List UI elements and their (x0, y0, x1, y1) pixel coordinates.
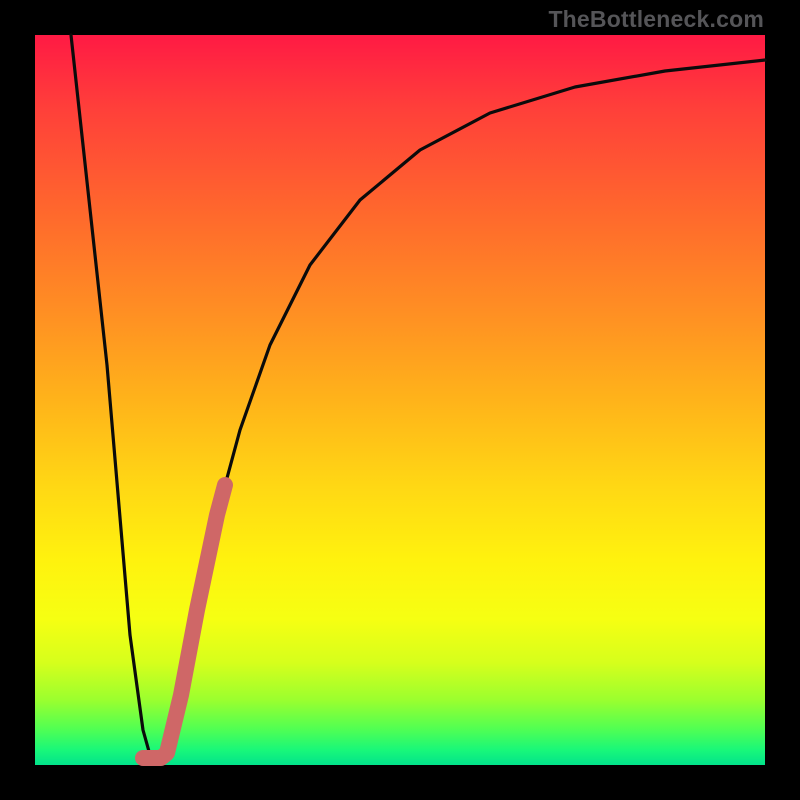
highlight-segment (143, 485, 225, 758)
bottleneck-curve (71, 35, 765, 759)
chart-frame: TheBottleneck.com (0, 0, 800, 800)
chart-svg (35, 35, 765, 765)
watermark-text: TheBottleneck.com (548, 6, 764, 33)
